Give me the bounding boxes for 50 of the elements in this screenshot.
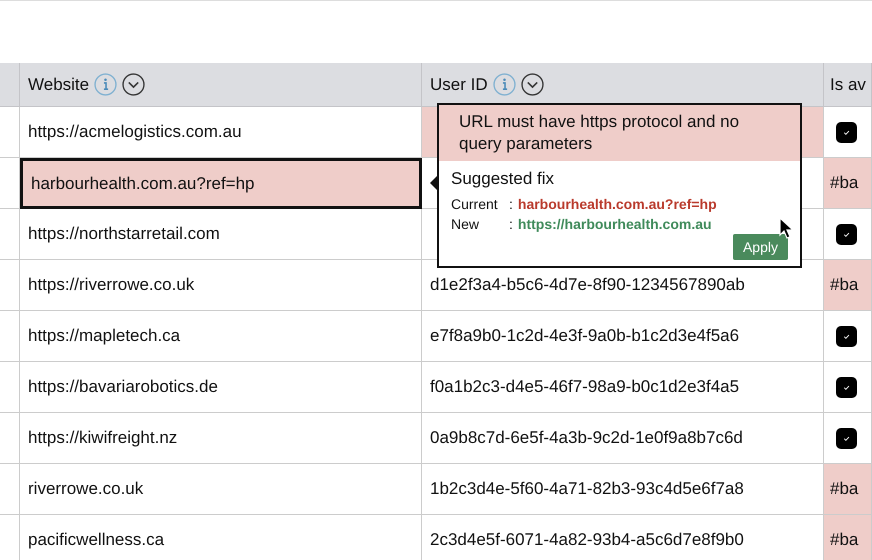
- column-title: User ID: [430, 74, 488, 94]
- table-cell[interactable]: harbourhealth.com.au?ref=hp: [20, 158, 422, 209]
- table-cell[interactable]: https://mapletech.ca: [20, 311, 422, 362]
- info-icon[interactable]: [492, 73, 516, 96]
- table-cell[interactable]: 0a9b8c7d-6e5f-4a3b-9c2d-1e0f9a8b7c6d: [422, 413, 824, 464]
- checkbox[interactable]: [836, 428, 857, 448]
- table-cell[interactable]: f0a1b2c3-d4e5-46f7-98a9-b0c1d2e3f4a5: [422, 362, 824, 413]
- checkbox[interactable]: [836, 122, 857, 142]
- checkbox[interactable]: [836, 376, 857, 398]
- separator: :: [509, 195, 513, 214]
- table-cell[interactable]: https://kiwifreight.nz: [20, 413, 422, 464]
- table-cell[interactable]: #ba: [824, 464, 872, 515]
- checkbox[interactable]: [836, 224, 857, 244]
- column-title: Is av: [830, 74, 866, 94]
- popup-title: Suggested fix: [451, 169, 556, 189]
- current-value: harbourhealth.com.au?ref=hp: [518, 195, 717, 214]
- apply-button[interactable]: Apply: [732, 234, 788, 260]
- column-title: Website: [28, 74, 90, 94]
- table-cell[interactable]: [824, 311, 872, 362]
- table-cell[interactable]: 1b2c3d4e-5f60-4a71-82b3-93c4d5e6f7a8: [422, 464, 824, 515]
- new-value: https://harbourhealth.com.au: [518, 215, 712, 234]
- table-cell[interactable]: https://northstarretail.com: [20, 209, 422, 260]
- info-icon[interactable]: [94, 73, 118, 96]
- table-cell[interactable]: riverrowe.co.uk: [20, 464, 422, 515]
- dropdown-icon[interactable]: [122, 73, 146, 96]
- table-cell[interactable]: [824, 413, 872, 464]
- field-label: New: [451, 215, 480, 234]
- table-cell: [0, 311, 20, 362]
- table-cell: [0, 107, 20, 158]
- table-cell[interactable]: #ba: [824, 515, 872, 560]
- table-cell: [0, 464, 20, 515]
- table-cell[interactable]: https://riverrowe.co.uk: [20, 260, 422, 311]
- dropdown-icon[interactable]: [520, 73, 544, 96]
- table-cell[interactable]: [824, 209, 872, 260]
- table-cell: [0, 209, 20, 260]
- table-cell[interactable]: #ba: [824, 260, 872, 311]
- table-cell: [0, 362, 20, 413]
- table-cell[interactable]: https://bavariarobotics.de: [20, 362, 422, 413]
- table-cell[interactable]: #ba: [824, 158, 872, 209]
- table-cell[interactable]: e7f8a9b0-1c2d-4e3f-9a0b-b1c2d3e4f5a6: [422, 311, 824, 362]
- table-cell[interactable]: pacificwellness.ca: [20, 515, 422, 560]
- field-label: Current: [451, 195, 499, 214]
- checkbox[interactable]: [836, 326, 857, 346]
- error-message: URL must have https protocol and no query parameters: [439, 105, 800, 161]
- separator: :: [509, 215, 513, 234]
- table-cell[interactable]: [824, 107, 872, 158]
- table-cell[interactable]: [824, 362, 872, 413]
- cursor-icon: [779, 217, 793, 239]
- table-cell: [0, 260, 20, 311]
- table-cell: [0, 413, 20, 464]
